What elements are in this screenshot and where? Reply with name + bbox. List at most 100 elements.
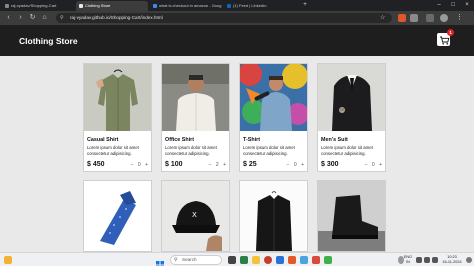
brave-shield-icon[interactable] <box>398 14 406 22</box>
product-name: Office Shirt <box>165 137 195 143</box>
back-button[interactable]: ‹ <box>3 12 14 24</box>
app-icon[interactable] <box>240 256 248 264</box>
reload-button[interactable]: ↻ <box>27 12 38 24</box>
start-button[interactable] <box>156 256 164 266</box>
minimize-icon[interactable]: – <box>432 0 446 11</box>
tab-label: what is checkout in amazon - Goog <box>159 3 222 8</box>
site-info-icon: ⚲ <box>60 15 64 21</box>
browser-icon[interactable] <box>288 256 296 264</box>
tshirt-photo <box>240 64 307 131</box>
site-header: Clothing Store 1 <box>0 25 474 56</box>
tab-label: Clothing Store <box>85 3 111 8</box>
star-icon[interactable]: ☆ <box>380 15 386 21</box>
product-card <box>317 180 386 252</box>
increase-button[interactable]: + <box>145 162 148 168</box>
wifi-icon[interactable] <box>416 257 422 263</box>
product-card: T-Shirt Lorem ipsum dolor sit amet conse… <box>239 63 308 172</box>
browser-tab-active[interactable]: Clothing Store <box>76 1 148 11</box>
quantity-stepper: − 0 + <box>128 162 148 168</box>
decrease-button[interactable]: − <box>209 162 212 168</box>
app-icon[interactable] <box>324 256 332 264</box>
quantity-value: 2 <box>215 162 219 168</box>
battery-icon[interactable] <box>432 257 438 263</box>
vscode-icon[interactable] <box>276 256 284 264</box>
app-icon[interactable] <box>312 256 320 264</box>
product-price: $ 25 <box>243 161 257 168</box>
quantity-stepper: − 2 + <box>206 162 226 168</box>
browser-toolbar: ‹ › ↻ ⌂ ⚲ raj-vyadav.github.io/Shopping-… <box>0 11 474 25</box>
product-description: Lorem ipsum dolor sit amet consectetur a… <box>243 145 295 156</box>
office-shirt-photo <box>162 64 229 131</box>
product-card <box>83 180 152 252</box>
close-icon[interactable]: × <box>460 0 474 11</box>
page-icon <box>79 4 83 8</box>
maximize-icon[interactable]: □ <box>446 0 460 11</box>
product-name: Casual Shirt <box>87 137 119 143</box>
taskbar-search[interactable]: ⚲ Search <box>170 255 222 265</box>
tab-label: (1) Feed | LinkedIn <box>233 3 267 8</box>
github-icon <box>5 4 9 8</box>
taskbar: ⚲ Search ENG IN 10:23 16-11-2024 <box>0 252 474 266</box>
brand-title[interactable]: Clothing Store <box>19 36 78 46</box>
product-price: $ 450 <box>87 161 105 168</box>
menu-icon[interactable]: ⋮ <box>456 14 464 22</box>
volume-icon[interactable] <box>424 257 430 263</box>
forward-button[interactable]: › <box>15 12 26 24</box>
cart-icon <box>440 36 450 45</box>
search-icon: ⚲ <box>174 257 178 263</box>
jacket-photo <box>240 181 307 251</box>
url-text: raj-vyadav.github.io/Shopping-Cart/index… <box>70 15 163 20</box>
browser-tab[interactable]: raj-vyadav/Shopping-Cart <box>2 1 74 11</box>
tab-label: raj-vyadav/Shopping-Cart <box>11 3 57 8</box>
decrease-button[interactable]: − <box>365 162 368 168</box>
decrease-button[interactable]: − <box>131 162 134 168</box>
mens-suit-photo <box>318 64 385 131</box>
product-image <box>318 64 385 131</box>
language-indicator[interactable]: ENG IN <box>402 255 414 264</box>
google-icon <box>153 4 157 8</box>
product-name: T-Shirt <box>243 137 261 143</box>
app-icon[interactable] <box>264 256 272 264</box>
product-description: Lorem ipsum dolor sit amet consectetur a… <box>165 145 217 156</box>
product-description: Lorem ipsum dolor sit amet consectetur a… <box>321 145 373 156</box>
quantity-stepper: − 0 + <box>362 162 382 168</box>
casual-shirt-photo <box>84 64 151 131</box>
product-image <box>240 64 307 131</box>
weather-icon[interactable] <box>4 256 12 264</box>
cart-count-badge: 1 <box>447 29 454 36</box>
increase-button[interactable]: + <box>379 162 382 168</box>
region-code: IN <box>406 259 410 264</box>
profile-avatar[interactable] <box>440 14 448 22</box>
increase-button[interactable]: + <box>223 162 226 168</box>
browser-tab[interactable]: what is checkout in amazon - Goog <box>150 1 222 11</box>
product-image <box>84 64 151 131</box>
product-price: $ 100 <box>165 161 183 168</box>
quantity-stepper: − 0 + <box>284 162 304 168</box>
task-view-icon[interactable] <box>228 256 236 264</box>
decrease-button[interactable]: − <box>287 162 290 168</box>
product-image <box>162 64 229 131</box>
app-icon[interactable] <box>300 256 308 264</box>
clock-date: 16-11-2024 <box>442 259 462 264</box>
clock[interactable]: 10:23 16-11-2024 <box>440 255 464 264</box>
address-bar[interactable]: ⚲ raj-vyadav.github.io/Shopping-Cart/ind… <box>56 13 392 23</box>
browser-tab[interactable]: (1) Feed | LinkedIn <box>224 1 296 11</box>
quantity-value: 0 <box>371 162 375 168</box>
notification-icon[interactable] <box>466 257 472 263</box>
product-card: Casual Shirt Lorem ipsum dolor sit amet … <box>83 63 152 172</box>
product-card <box>239 180 308 252</box>
product-description: Lorem ipsum dolor sit amet consectetur a… <box>87 145 139 156</box>
quantity-value: 0 <box>137 162 141 168</box>
extensions-puzzle-icon[interactable] <box>426 14 434 22</box>
linkedin-icon <box>227 4 231 8</box>
increase-button[interactable]: + <box>301 162 304 168</box>
product-name: Men's Suit <box>321 137 348 143</box>
new-tab-button[interactable]: + <box>298 0 312 11</box>
browser-tab-strip: raj-vyadav/Shopping-Cart Clothing Store … <box>0 0 474 11</box>
product-price: $ 300 <box>321 161 339 168</box>
boot-photo <box>318 181 385 251</box>
cap-photo: X <box>162 181 229 251</box>
extension-icon[interactable] <box>410 14 418 22</box>
file-explorer-icon[interactable] <box>252 256 260 264</box>
home-icon[interactable]: ⌂ <box>39 12 50 24</box>
